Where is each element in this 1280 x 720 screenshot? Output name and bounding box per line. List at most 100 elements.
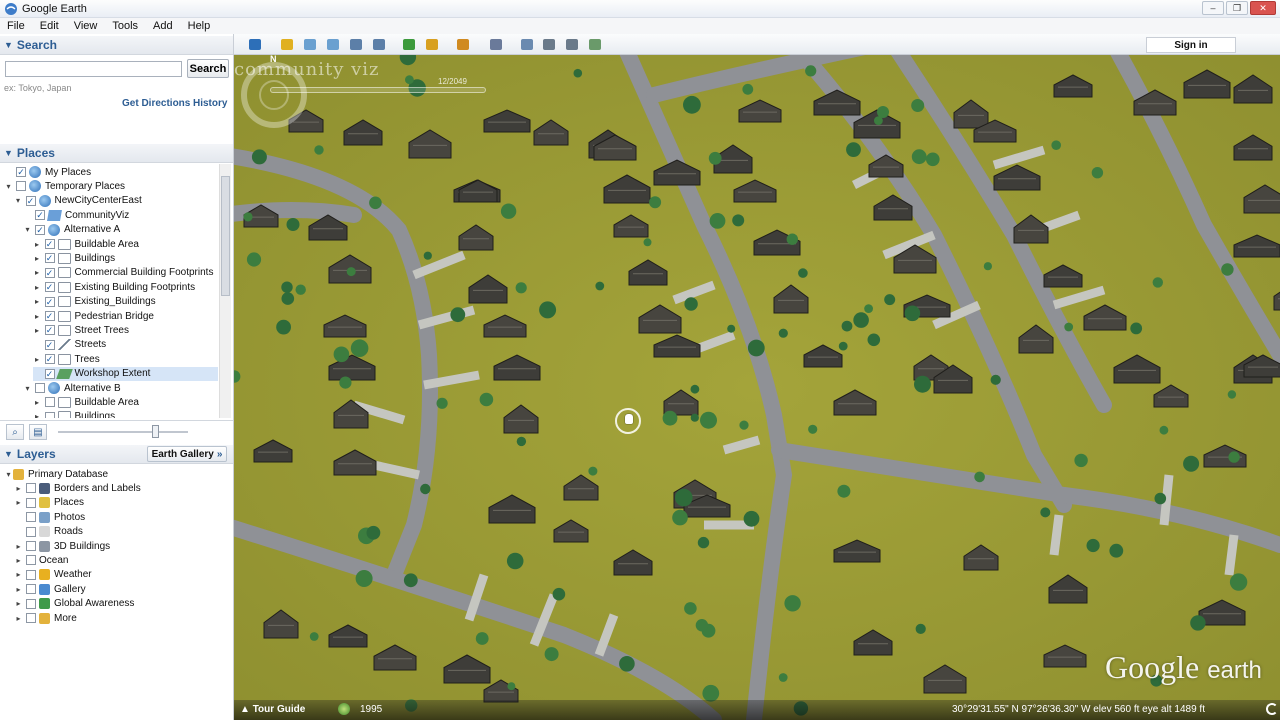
places-item[interactable]: ✓ Workshop Extent	[32, 366, 218, 381]
record-tour-icon[interactable]	[370, 37, 387, 52]
visibility-checkbox[interactable]: ✓	[44, 267, 55, 278]
visibility-checkbox[interactable]	[35, 383, 45, 393]
visibility-checkbox[interactable]: ✓	[44, 296, 55, 307]
visibility-checkbox[interactable]	[44, 397, 55, 408]
historical-imagery-icon[interactable]	[400, 37, 417, 52]
visibility-checkbox[interactable]: ✓	[44, 339, 55, 350]
polygon-icon[interactable]	[301, 37, 318, 52]
layer-checkbox[interactable]	[26, 569, 36, 580]
places-item[interactable]: ✓ My Places	[4, 165, 218, 179]
expand-arrow-icon[interactable]: ▸	[14, 556, 23, 565]
menu-view[interactable]: View	[67, 20, 106, 32]
layer-checkbox[interactable]	[26, 512, 36, 523]
layer-checkbox[interactable]	[26, 541, 36, 551]
layer-item[interactable]: ▸ Places	[14, 496, 84, 510]
sidebar-toggle-icon[interactable]	[246, 37, 263, 52]
expand-arrow-icon[interactable]: ▸	[33, 412, 42, 418]
close-button[interactable]: ✕	[1250, 1, 1276, 15]
expand-arrow-icon[interactable]: ▸	[33, 355, 42, 364]
expand-arrow-icon[interactable]: ▸	[14, 585, 23, 594]
layer-item[interactable]: ▸ Weather	[14, 568, 92, 582]
places-item[interactable]: ▸ ✓ Existing Building Footprints	[33, 280, 219, 294]
visibility-checkbox[interactable]: ✓	[35, 210, 45, 221]
expand-arrow-icon[interactable]: ▸	[33, 283, 42, 292]
places-item[interactable]: ▸ ✓ Trees	[33, 352, 219, 366]
navigation-controls[interactable]: N	[234, 55, 312, 133]
layer-item[interactable]: ▸ Gallery	[14, 582, 86, 596]
visibility-checkbox[interactable]: ✓	[44, 354, 55, 365]
layer-checkbox[interactable]	[26, 555, 36, 566]
places-item[interactable]: ▾ Temporary Places	[4, 179, 218, 193]
places-panel-header[interactable]: ▼ Places	[0, 144, 233, 163]
places-item[interactable]: ✓ CommunityViz	[23, 208, 218, 222]
visibility-checkbox[interactable]	[44, 411, 55, 418]
search-places-icon[interactable]: ⌕	[6, 424, 24, 440]
slider-knob[interactable]	[152, 425, 159, 438]
places-item[interactable]: ▸ ✓ Pedestrian Bridge	[33, 309, 219, 323]
visibility-checkbox[interactable]: ✓	[35, 224, 45, 235]
layer-item[interactable]: ▸ Ocean	[14, 553, 68, 567]
places-item[interactable]: ▸ ✓ Street Trees	[33, 323, 219, 337]
placemark-icon[interactable]	[278, 37, 295, 52]
layer-checkbox[interactable]	[26, 497, 36, 508]
visibility-checkbox[interactable]: ✓	[44, 239, 55, 249]
expand-arrow-icon[interactable]: ▸	[33, 398, 42, 407]
visibility-checkbox[interactable]: ✓	[44, 368, 55, 379]
search-panel-header[interactable]: ▼ Search	[0, 36, 233, 55]
places-item[interactable]: ▸ Buildable Area	[33, 395, 219, 409]
save-image-icon[interactable]	[563, 37, 580, 52]
places-item[interactable]: ▾ ✓ NewCityCenterEast	[14, 194, 219, 208]
overlay-icon[interactable]	[347, 37, 364, 52]
layer-item[interactable]: Photos	[14, 510, 85, 524]
search-button[interactable]: Search	[187, 59, 229, 78]
places-item[interactable]: ▸ ✓ Commercial Building Footprints	[33, 266, 219, 280]
expand-arrow-icon[interactable]: ▸	[33, 268, 42, 277]
layer-item[interactable]: Roads	[14, 525, 83, 539]
look-joystick[interactable]	[259, 80, 289, 110]
expand-arrow-icon[interactable]: ▸	[33, 240, 42, 249]
print-icon[interactable]	[540, 37, 557, 52]
planets-icon[interactable]	[454, 37, 471, 52]
compass-ring[interactable]	[241, 62, 307, 128]
expand-arrow-icon[interactable]: ▸	[33, 312, 42, 321]
email-icon[interactable]	[518, 37, 535, 52]
places-item[interactable]: ▸ ✓ Buildable Area	[33, 237, 219, 251]
tour-guide-button[interactable]: ▲ Tour Guide	[240, 704, 305, 715]
layer-checkbox[interactable]	[26, 613, 36, 623]
expand-arrow-icon[interactable]: ▸	[33, 254, 42, 263]
earth-3d-view[interactable]: community viz 12/2049 N Google earth	[234, 55, 1280, 720]
layer-item[interactable]: ▸ Borders and Labels	[14, 481, 141, 495]
terrain-scene[interactable]	[234, 55, 1280, 720]
layer-checkbox[interactable]	[26, 584, 36, 595]
menu-help[interactable]: Help	[181, 20, 219, 32]
places-item[interactable]: ▸ ✓ Existing_Buildings	[33, 295, 219, 309]
layer-checkbox[interactable]	[26, 598, 36, 609]
layer-checkbox[interactable]	[26, 483, 36, 494]
minimize-button[interactable]: –	[1202, 1, 1224, 15]
opacity-slider[interactable]	[58, 425, 188, 438]
visibility-checkbox[interactable]: ✓	[44, 253, 55, 264]
search-input[interactable]	[5, 61, 182, 77]
visibility-checkbox[interactable]: ✓	[16, 167, 26, 177]
path-icon[interactable]	[324, 37, 341, 52]
expand-arrow-icon[interactable]: ▸	[14, 498, 23, 507]
visibility-checkbox[interactable]: ✓	[44, 311, 55, 321]
layer-item[interactable]: ▸ Global Awareness	[14, 597, 134, 611]
get-directions-link[interactable]: Get Directions	[122, 98, 190, 109]
google-maps-icon[interactable]	[586, 37, 603, 52]
places-item[interactable]: ✓ Streets	[33, 338, 219, 352]
sign-in-button[interactable]: Sign in	[1146, 37, 1236, 53]
collapse-arrow-icon[interactable]: ▾	[23, 384, 32, 393]
ruler-icon[interactable]	[487, 37, 504, 52]
layer-checkbox[interactable]	[26, 526, 36, 537]
places-item[interactable]: ▸ ✓ Buildings	[33, 251, 219, 265]
visibility-checkbox[interactable]	[16, 181, 26, 192]
menu-edit[interactable]: Edit	[33, 20, 67, 32]
expand-arrow-icon[interactable]: ▸	[14, 570, 23, 579]
menu-file[interactable]: File	[0, 20, 33, 32]
menu-tools[interactable]: Tools	[105, 20, 146, 32]
maximize-button[interactable]: ❐	[1226, 1, 1248, 15]
layer-item[interactable]: ▾ Primary Database	[4, 467, 108, 481]
layer-item[interactable]: ▸ More	[14, 611, 77, 625]
expand-arrow-icon[interactable]: ▸	[14, 542, 23, 551]
